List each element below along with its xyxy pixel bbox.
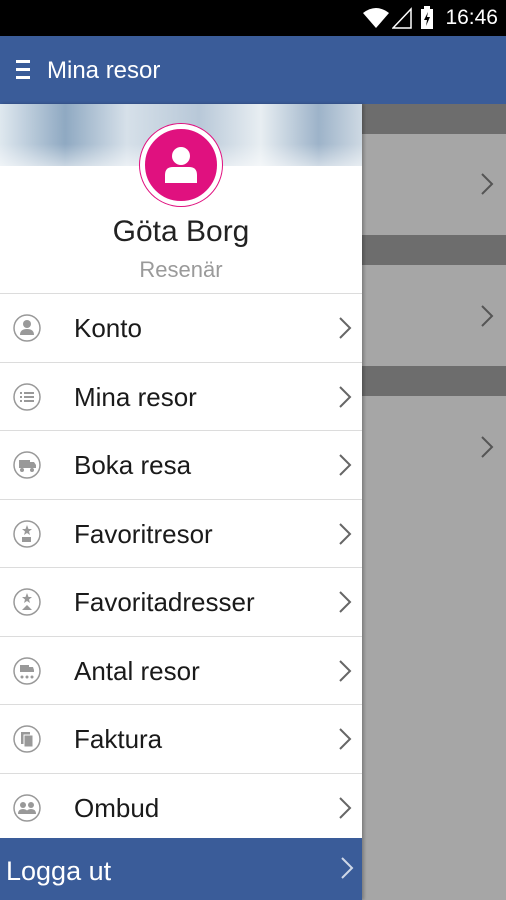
chevron-right-icon <box>339 454 352 476</box>
chevron-right-icon <box>339 591 352 613</box>
section-divider <box>362 235 506 265</box>
chevron-right-icon <box>339 317 352 339</box>
menu-item-label: Faktura <box>74 724 163 754</box>
menu-item-boka-resa[interactable]: Boka resa <box>0 431 362 500</box>
section-divider <box>362 104 506 134</box>
menu-item-label: Mina resor <box>74 381 197 412</box>
chevron-right-icon <box>339 522 352 545</box>
menu-item-label: Favoritadresser <box>74 587 255 617</box>
avatar[interactable] <box>140 124 222 206</box>
invoice-icon <box>13 725 41 753</box>
chevron-right-icon[interactable] <box>480 172 494 196</box>
logout-label: Logga ut <box>6 856 112 886</box>
profile-header: Göta Borg Resenär <box>0 104 362 294</box>
menu-item-favoritadresser[interactable]: Favoritadresser <box>0 568 362 637</box>
menu-item-label: Antal resor <box>74 655 200 686</box>
menu-item-mina-resor[interactable]: Mina resor <box>0 363 362 431</box>
vehicle-icon <box>13 451 41 479</box>
profile-role: Resenär <box>139 257 223 282</box>
battery-charging-icon <box>421 6 433 29</box>
chevron-right-icon <box>339 728 352 750</box>
hamburger-icon[interactable] <box>16 60 32 80</box>
status-time: 16:46 <box>445 6 498 29</box>
favorite-address-icon <box>13 588 41 616</box>
section-divider <box>362 366 506 396</box>
account-icon <box>13 314 41 342</box>
chevron-right-icon <box>339 385 352 408</box>
status-bar: 16:46 <box>0 0 506 36</box>
profile-name: Göta Borg <box>112 215 250 248</box>
chevron-right-icon <box>339 659 352 682</box>
menu-item-label: Favoritresor <box>74 518 213 549</box>
menu-item-antal-resor[interactable]: Antal resor <box>0 637 362 705</box>
person-icon <box>165 147 197 183</box>
trip-count-icon <box>13 656 41 685</box>
app-bar: Mina resor <box>0 36 506 104</box>
menu-item-ombud[interactable]: Ombud <box>0 774 362 842</box>
favorite-trip-icon <box>13 519 41 548</box>
chevron-right-icon <box>339 796 352 819</box>
logout-button[interactable]: Logga ut <box>0 838 362 900</box>
chevron-right-icon <box>341 857 354 879</box>
signal-icon <box>392 7 412 29</box>
chevron-right-icon[interactable] <box>480 304 494 328</box>
agents-icon <box>13 793 41 822</box>
chevron-right-icon[interactable] <box>480 435 494 459</box>
menu-item-label: Ombud <box>74 792 160 823</box>
wifi-icon <box>363 8 389 28</box>
navigation-drawer: Göta Borg Resenär Konto Mina resor Boka … <box>0 104 362 900</box>
menu-item-label: Konto <box>74 313 142 343</box>
background-content <box>362 104 506 900</box>
menu-item-faktura[interactable]: Faktura <box>0 705 362 774</box>
menu-item-label: Boka resa <box>74 450 192 480</box>
menu-item-favoritresor[interactable]: Favoritresor <box>0 500 362 568</box>
list-icon <box>13 382 41 411</box>
app-title: Mina resor <box>47 57 161 84</box>
menu-item-konto[interactable]: Konto <box>0 294 362 363</box>
